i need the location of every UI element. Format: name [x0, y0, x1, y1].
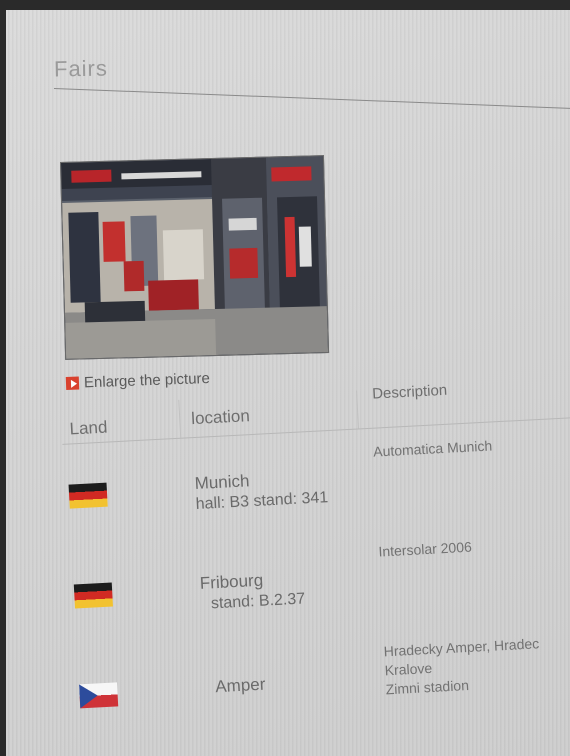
header-description: Description [371, 381, 448, 403]
page-title: Fairs [53, 55, 109, 82]
location-city: Fribourg [199, 570, 264, 593]
play-arrow-icon [65, 376, 80, 390]
germany-flag-icon [68, 482, 108, 509]
fair-booth-photo[interactable] [60, 155, 330, 360]
fair-description: Intersolar 2006 [378, 531, 570, 562]
monitor-bezel-left [0, 0, 6, 756]
location-city: Munich [194, 471, 250, 494]
description-line: Intersolar 2006 [378, 538, 473, 560]
header-separator [356, 390, 360, 429]
description-line: Automatica Munich [372, 437, 493, 460]
czech-flag-icon [79, 682, 119, 709]
title-divider [53, 88, 570, 109]
enlarge-picture-link[interactable]: Enlarge the picture [65, 369, 211, 392]
fair-description: Automatica Munich [373, 431, 570, 462]
fairs-table: Land location Description Munich hall: B… [60, 369, 570, 745]
header-land: Land [69, 417, 108, 439]
monitor-bezel-top [0, 0, 570, 10]
fair-description: Hradecky Amper, Hradec Kralove Zimni sta… [383, 630, 570, 699]
location-city: Amper [214, 674, 266, 697]
germany-flag-icon [73, 582, 113, 609]
location-detail: stand: B.2.37 [210, 590, 306, 613]
header-location: location [190, 406, 251, 429]
screen: Fairs Enlarge the picture Land location … [0, 0, 570, 756]
header-separator [178, 399, 182, 438]
enlarge-picture-label: Enlarge the picture [83, 369, 211, 392]
booth-photo-graphic [61, 156, 329, 359]
